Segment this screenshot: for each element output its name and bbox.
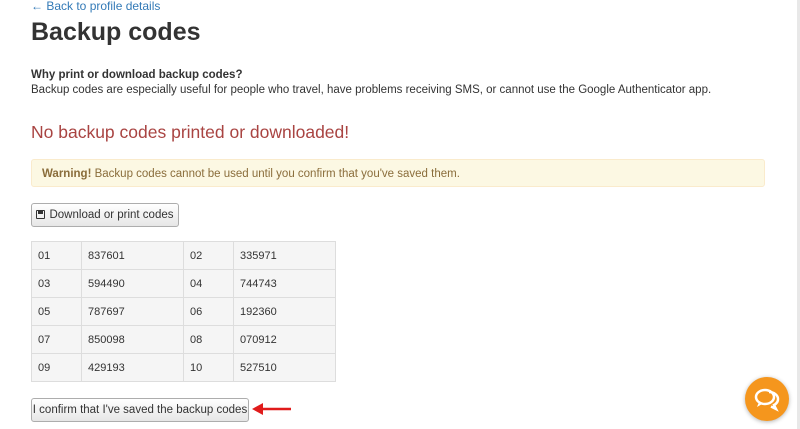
table-row: 07 850098 08 070912 bbox=[31, 325, 336, 354]
confirm-saved-label: I confirm that I've saved the backup cod… bbox=[32, 404, 248, 416]
table-row: 01 837601 02 335971 bbox=[31, 241, 336, 270]
code-number: 04 bbox=[183, 269, 234, 298]
backup-code: 527510 bbox=[233, 353, 336, 382]
table-row: 03 594490 04 744743 bbox=[31, 269, 336, 298]
backup-code: 192360 bbox=[233, 297, 336, 326]
download-print-label: Download or print codes bbox=[49, 209, 174, 221]
code-number: 10 bbox=[183, 353, 234, 382]
page-title: Backup codes bbox=[31, 18, 201, 46]
floppy-disk-icon bbox=[36, 210, 46, 219]
backup-code: 594490 bbox=[81, 269, 184, 298]
code-number: 03 bbox=[31, 269, 82, 298]
backup-code: 850098 bbox=[81, 325, 184, 354]
code-number: 05 bbox=[31, 297, 82, 326]
code-number: 01 bbox=[31, 241, 82, 270]
code-number: 06 bbox=[183, 297, 234, 326]
backup-code: 335971 bbox=[233, 241, 336, 270]
info-question: Why print or download backup codes? bbox=[31, 69, 243, 81]
back-to-profile-link[interactable]: ← Back to profile details bbox=[31, 0, 160, 13]
status-message: No backup codes printed or downloaded! bbox=[31, 122, 350, 142]
red-arrow-icon bbox=[252, 403, 291, 415]
backup-code: 429193 bbox=[81, 353, 184, 382]
code-number: 09 bbox=[31, 353, 82, 382]
table-row: 05 787697 06 192360 bbox=[31, 297, 336, 326]
backup-code: 070912 bbox=[233, 325, 336, 354]
warning-text: Backup codes cannot be used until you co… bbox=[91, 168, 460, 180]
backup-codes-table: 01 837601 02 335971 03 594490 04 744743 05 787697… bbox=[31, 241, 336, 382]
download-print-button[interactable]: Download or print codes bbox=[31, 203, 179, 227]
chat-button[interactable] bbox=[745, 377, 789, 421]
page: ← Back to profile details Backup codes W… bbox=[0, 0, 800, 429]
backup-code: 744743 bbox=[233, 269, 336, 298]
confirm-saved-button[interactable]: I confirm that I've saved the backup cod… bbox=[31, 398, 249, 422]
code-number: 08 bbox=[183, 325, 234, 354]
info-explanation: Backup codes are especially useful for p… bbox=[31, 84, 712, 96]
warning-label: Warning! bbox=[42, 168, 92, 180]
code-number: 07 bbox=[31, 325, 82, 354]
warning-alert: Warning! Backup codes cannot be used unt… bbox=[31, 159, 765, 187]
code-number: 02 bbox=[183, 241, 234, 270]
backup-code: 787697 bbox=[81, 297, 184, 326]
backup-code: 837601 bbox=[81, 241, 184, 270]
table-row: 09 429193 10 527510 bbox=[31, 353, 336, 382]
chat-bubbles-icon bbox=[754, 388, 780, 412]
